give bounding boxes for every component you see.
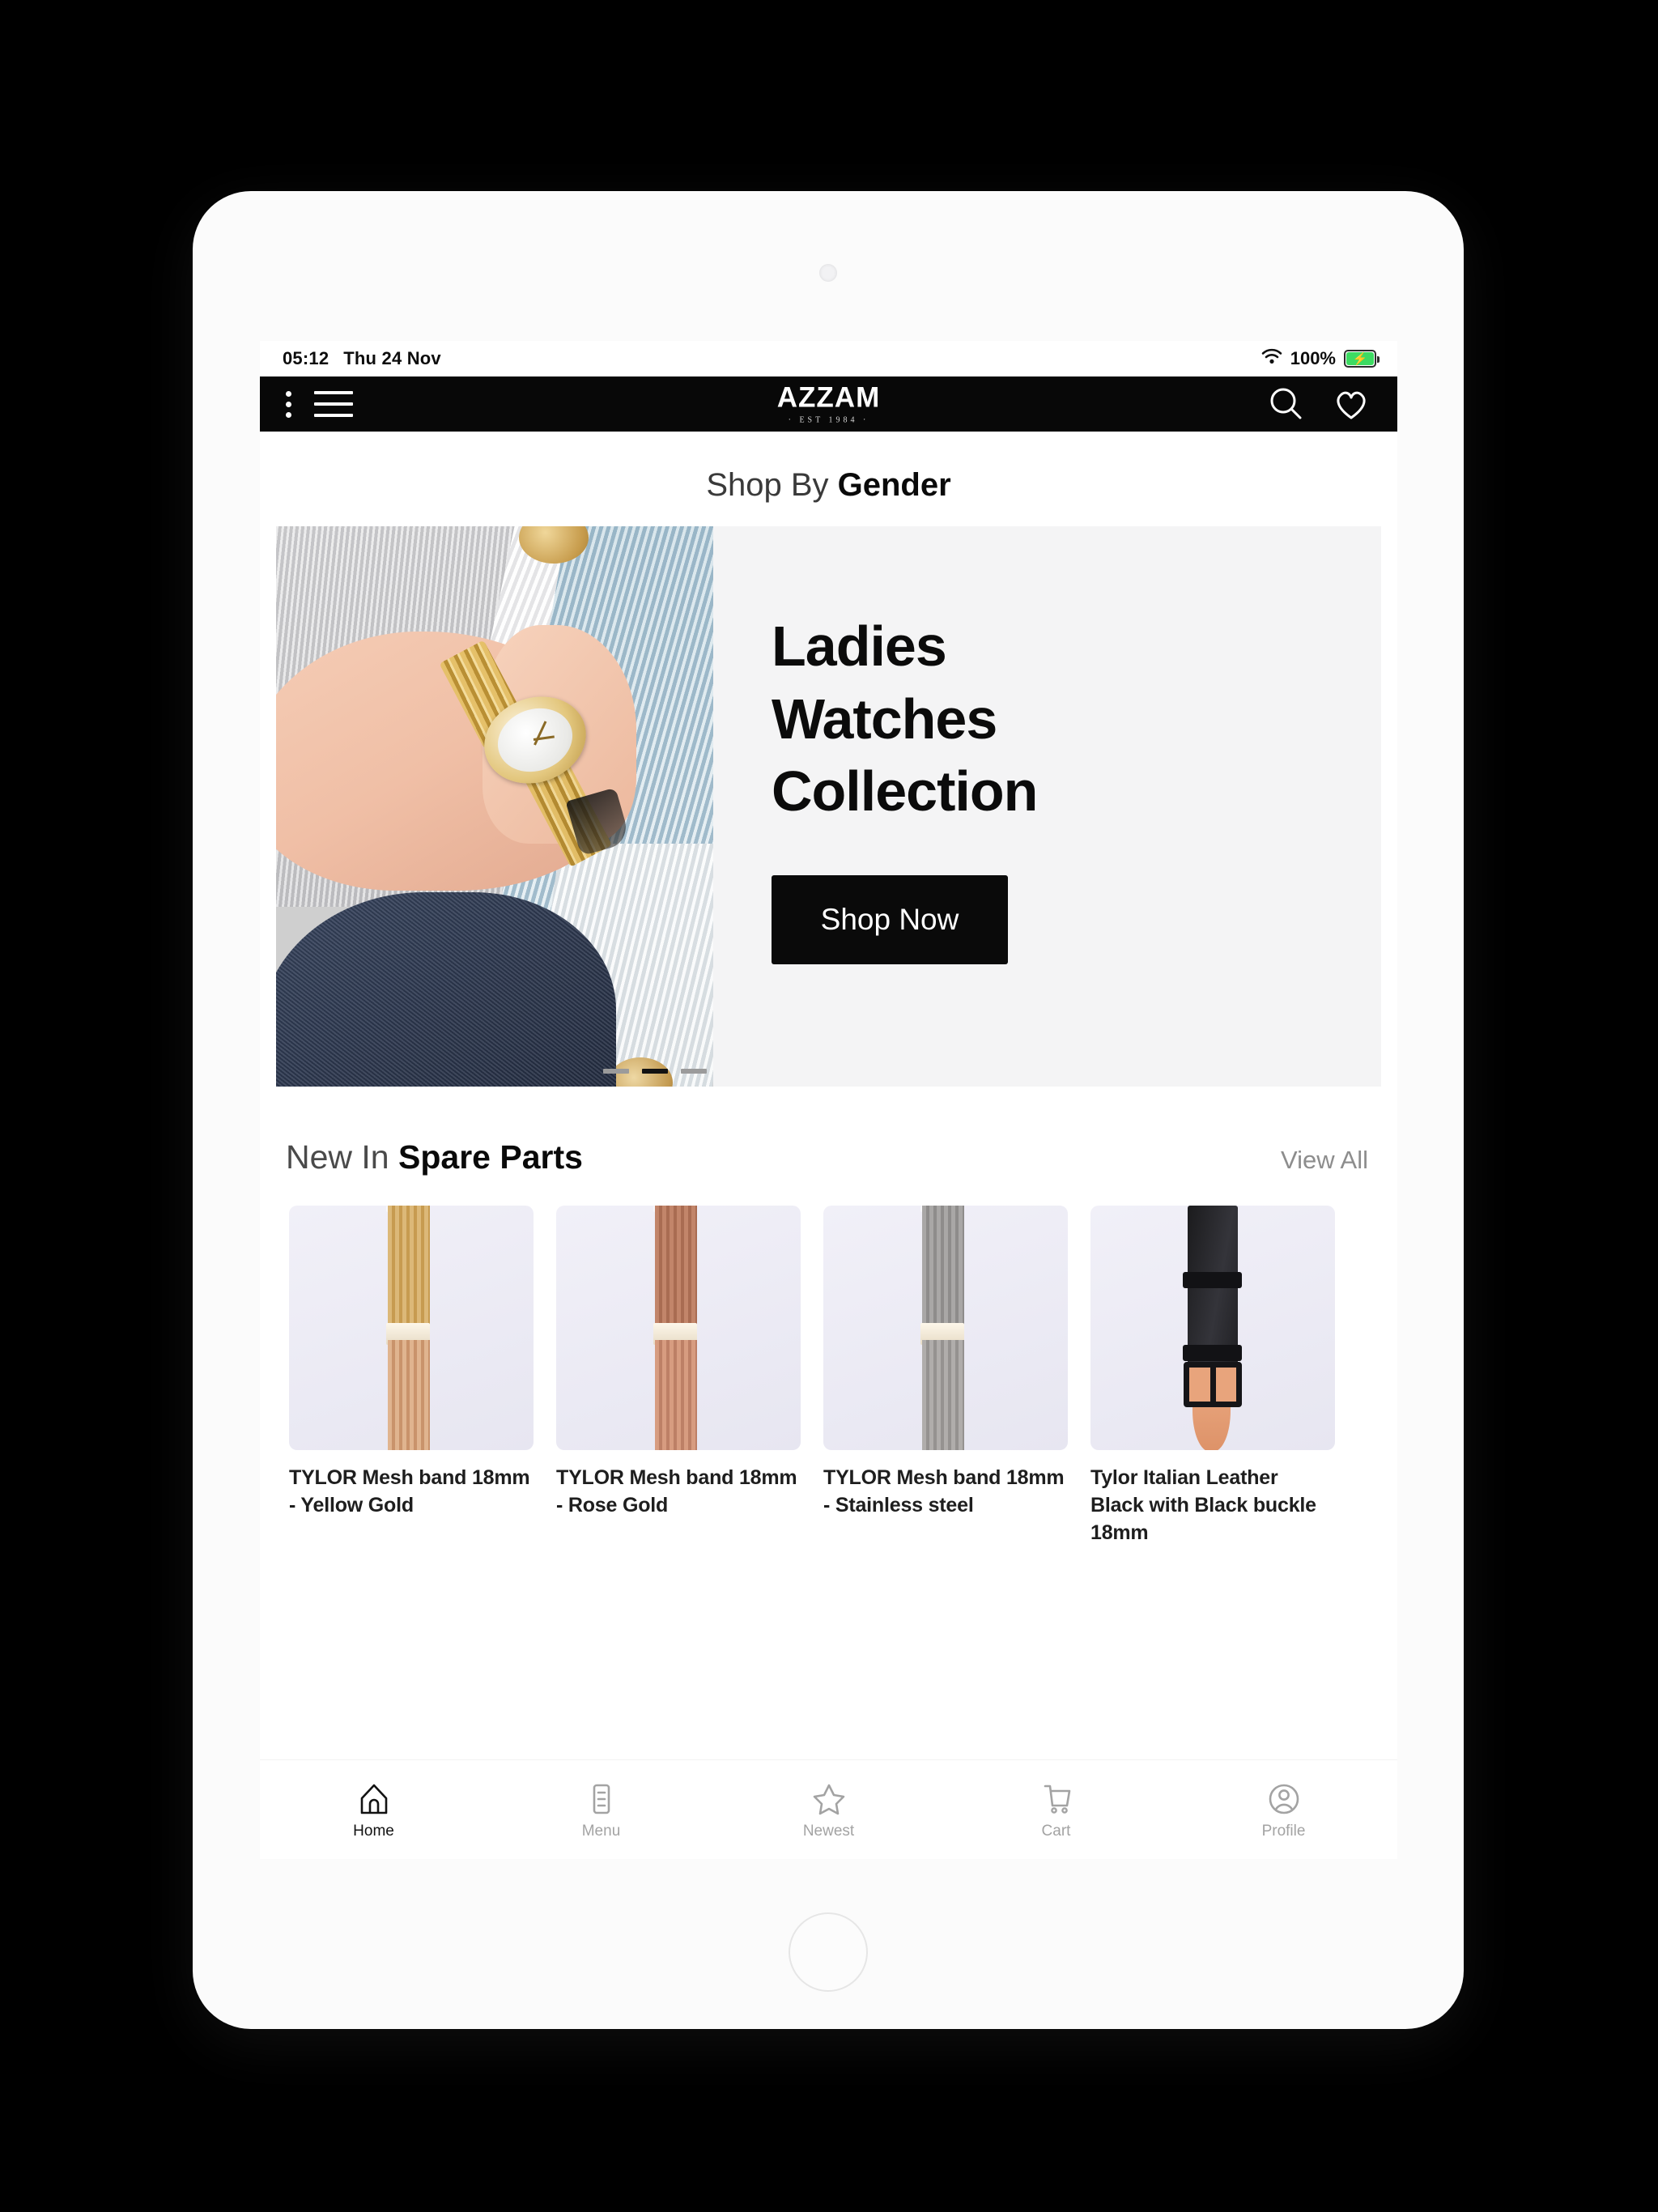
nav-label-home: Home — [353, 1822, 394, 1840]
nav-label-menu: Menu — [581, 1822, 621, 1840]
tablet-device-frame: 05:12 Thu 24 Nov 100% ⚡ AZZAM · EST 1984… — [193, 191, 1464, 2029]
status-bar-left: 05:12 Thu 24 Nov — [283, 348, 441, 369]
hero-title-line-1: Ladies — [772, 615, 947, 678]
product-card[interactable]: TYLOR Mesh band 18mm - Stainless steel — [823, 1206, 1068, 1546]
nav-item-menu[interactable]: Menu — [487, 1781, 715, 1839]
device-screen: 05:12 Thu 24 Nov 100% ⚡ AZZAM · EST 1984… — [260, 341, 1397, 1859]
battery-charging-icon: ⚡ — [1344, 350, 1380, 368]
spare-parts-product-grid: TYLOR Mesh band 18mm - Yellow Gold TYLOR… — [260, 1176, 1397, 1546]
product-image — [1090, 1206, 1335, 1450]
spare-parts-title-light: New In — [286, 1138, 398, 1176]
product-name: Tylor Italian Leather Black with Black b… — [1090, 1466, 1316, 1544]
leather-strap-graphic — [1183, 1206, 1243, 1450]
search-icon[interactable] — [1268, 385, 1305, 423]
spare-parts-section-header: New In Spare Parts View All — [260, 1087, 1397, 1176]
carousel-dot-1[interactable] — [603, 1069, 629, 1074]
product-card[interactable]: Tylor Italian Leather Black with Black b… — [1090, 1206, 1335, 1546]
heart-icon[interactable] — [1333, 385, 1370, 423]
mesh-band-graphic — [653, 1206, 698, 1450]
hero-banner-carousel[interactable]: Ladies Watches Collection Shop Now — [276, 526, 1381, 1087]
status-time: 05:12 — [283, 348, 329, 368]
nav-item-home[interactable]: Home — [260, 1781, 487, 1839]
nav-item-profile[interactable]: Profile — [1170, 1781, 1397, 1839]
mesh-band-graphic — [920, 1206, 965, 1450]
more-vertical-icon[interactable] — [281, 388, 296, 421]
spare-parts-title-bold: Spare Parts — [398, 1138, 583, 1176]
front-camera-icon — [819, 264, 837, 282]
brand-tagline: · EST 1984 · — [788, 415, 869, 425]
nav-label-profile: Profile — [1261, 1822, 1306, 1840]
spare-parts-title: New In Spare Parts — [286, 1138, 583, 1176]
product-image — [556, 1206, 801, 1450]
product-card[interactable]: TYLOR Mesh band 18mm - Rose Gold — [556, 1206, 801, 1546]
home-button[interactable] — [789, 1912, 868, 1992]
nav-label-cart: Cart — [1041, 1822, 1071, 1840]
status-bar-right: 100% ⚡ — [1261, 348, 1380, 369]
nav-item-newest[interactable]: Newest — [715, 1781, 942, 1839]
mesh-band-graphic — [386, 1206, 431, 1450]
product-name: TYLOR Mesh band 18mm - Rose Gold — [556, 1466, 797, 1516]
hero-banner-copy: Ladies Watches Collection Shop Now — [713, 526, 1381, 1087]
hamburger-menu-icon[interactable] — [311, 388, 356, 420]
header-right-actions — [1268, 385, 1370, 423]
status-date: Thu 24 Nov — [343, 348, 441, 368]
bottom-navigation-bar: Home Menu Newest Cart Profile — [260, 1760, 1397, 1859]
user-icon — [1266, 1781, 1302, 1817]
list-icon — [584, 1781, 619, 1817]
carousel-indicator[interactable] — [603, 1069, 707, 1074]
product-name: TYLOR Mesh band 18mm - Stainless steel — [823, 1466, 1065, 1516]
battery-percent-label: 100% — [1290, 348, 1336, 368]
product-card[interactable]: TYLOR Mesh band 18mm - Yellow Gold — [289, 1206, 534, 1546]
home-icon — [356, 1781, 392, 1817]
carousel-dot-2[interactable] — [642, 1069, 668, 1074]
nav-label-newest: Newest — [802, 1822, 855, 1840]
brand-name: AZZAM — [776, 381, 881, 414]
product-name: TYLOR Mesh band 18mm - Yellow Gold — [289, 1466, 530, 1516]
carousel-dot-3[interactable] — [681, 1069, 707, 1074]
hero-title-line-3: Collection — [772, 759, 1038, 823]
nav-item-cart[interactable]: Cart — [942, 1781, 1170, 1839]
app-header: AZZAM · EST 1984 · — [260, 376, 1397, 432]
shop-now-button[interactable]: Shop Now — [772, 874, 1008, 964]
shop-by-gender-heading: Shop By Gender — [260, 432, 1397, 526]
star-icon — [811, 1781, 847, 1817]
cart-icon — [1039, 1781, 1074, 1817]
view-all-link[interactable]: View All — [1281, 1146, 1368, 1175]
wifi-icon — [1261, 348, 1282, 369]
brand-logo[interactable]: AZZAM · EST 1984 · — [777, 384, 880, 425]
hero-title: Ladies Watches Collection — [772, 610, 1381, 828]
hero-banner-image — [276, 526, 713, 1087]
hero-title-line-2: Watches — [772, 687, 997, 751]
shop-by-gender-light-text: Shop By — [706, 467, 838, 503]
header-left-actions — [281, 388, 356, 421]
status-bar: 05:12 Thu 24 Nov 100% ⚡ — [260, 341, 1397, 376]
product-image — [289, 1206, 534, 1450]
shop-by-gender-bold-text: Gender — [837, 467, 951, 503]
product-image — [823, 1206, 1068, 1450]
